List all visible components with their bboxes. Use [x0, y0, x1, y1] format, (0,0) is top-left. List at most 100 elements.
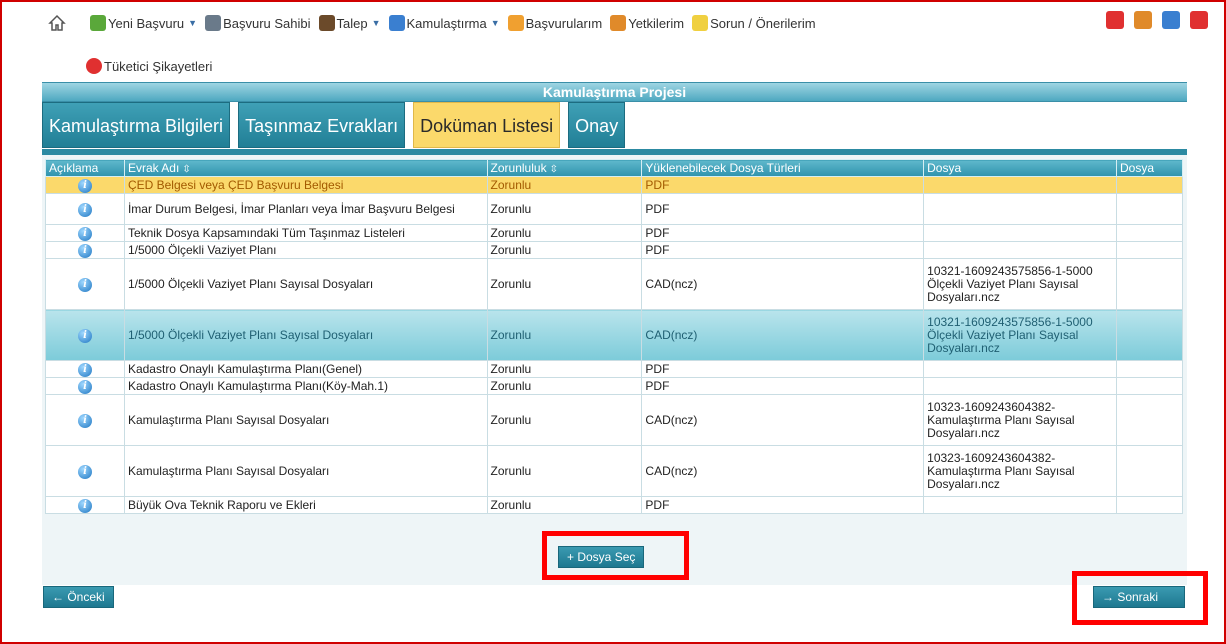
nav-item-5[interactable]: Yetkilerim	[610, 15, 684, 31]
power-off-icon[interactable]	[1190, 11, 1208, 29]
notification-icon[interactable]	[1106, 11, 1124, 29]
tab-2[interactable]: Doküman Listesi	[413, 102, 561, 148]
file-cell	[923, 360, 1117, 378]
nav-item-0[interactable]: Yeni Başvuru ▼	[90, 15, 197, 31]
table-row[interactable]: i Kadastro Onaylı Kamulaştırma Planı(Köy-…	[45, 377, 1183, 395]
home-icon[interactable]	[48, 14, 66, 32]
file-cell: 10323-1609243604382-Kamulaştırma Planı S…	[923, 445, 1117, 497]
column-header[interactable]: Evrak Adı ⇳	[123, 159, 488, 177]
help-icon[interactable]	[1162, 11, 1180, 29]
suggestion-icon	[692, 15, 709, 31]
requirement-cell: Zorunlu	[486, 309, 643, 361]
description-cell: i	[45, 176, 125, 194]
description-cell: i	[45, 224, 125, 242]
requirement-cell: Zorunlu	[486, 193, 643, 225]
document-name-cell: Kamulaştırma Planı Sayısal Dosyaları	[123, 445, 488, 497]
table-row[interactable]: i ÇED Belgesi veya ÇED Başvuru Belgesi Zor…	[45, 176, 1183, 194]
file-action-cell	[1116, 309, 1183, 361]
tab-0[interactable]: Kamulaştırma Bilgileri	[42, 102, 231, 148]
new-application-icon	[90, 15, 106, 31]
document-name-cell: 1/5000 Ölçekli Vaziyet Planı	[123, 241, 488, 259]
nav-item-2[interactable]: Talep ▼	[318, 15, 381, 31]
info-icon[interactable]: i	[77, 498, 92, 513]
table-body: i ÇED Belgesi veya ÇED Başvuru Belgesi Zor…	[45, 176, 1183, 514]
document-name-cell: İmar Durum Belgesi, İmar Planları veya İ…	[123, 193, 488, 225]
top-navigation: Yeni Başvuru ▼ Başvuru Sahibi Talep ▼ Kamulaş…	[48, 10, 1208, 74]
document-grid: Açıklama Evrak Adı ⇳ Zorunluluk ⇳ Yüklenebile…	[42, 155, 1187, 585]
nav-row-2: Tüketici Şikayetleri	[86, 55, 220, 77]
file-types-cell: PDF	[641, 241, 925, 259]
nav-item-1[interactable]: Başvuru Sahibi	[205, 15, 311, 31]
description-cell: i	[45, 258, 125, 310]
description-cell: i	[45, 309, 125, 361]
table-row[interactable]: i 1/5000 Ölçekli Vaziyet Planı Zorunlu PDF	[45, 241, 1183, 259]
choose-file-button[interactable]: + Dosya Seç	[558, 546, 645, 568]
user-profile-icon[interactable]	[1134, 11, 1152, 29]
info-icon[interactable]: i	[77, 464, 92, 479]
description-cell: i	[45, 394, 125, 446]
nav-item-label: Tüketici Şikayetleri	[104, 58, 213, 74]
table-row[interactable]: i Büyük Ova Teknik Raporu ve Ekleri Zorunl…	[45, 496, 1183, 514]
table-row[interactable]: i 1/5000 Ölçekli Vaziyet Planı Sayısal Do…	[45, 258, 1183, 310]
info-icon[interactable]: i	[77, 178, 92, 193]
info-icon[interactable]: i	[77, 202, 92, 217]
tab-3[interactable]: Onay	[568, 102, 626, 148]
info-icon[interactable]: i	[77, 243, 92, 258]
column-header-label: Dosya	[1120, 161, 1155, 175]
description-cell: i	[45, 496, 125, 514]
previous-button[interactable]: ← Önceki	[43, 586, 114, 608]
table-row[interactable]: i Kamulaştırma Planı Sayısal Dosyaları Zor…	[45, 445, 1183, 497]
table-row[interactable]: i Kamulaştırma Planı Sayısal Dosyaları Zor…	[45, 394, 1183, 446]
nav-item-6[interactable]: Sorun / Önerilerim	[692, 15, 816, 31]
file-types-cell: CAD(ncz)	[641, 394, 925, 446]
table-row[interactable]: i Kadastro Onaylı Kamulaştırma Planı(Gene…	[45, 360, 1183, 378]
info-icon[interactable]: i	[77, 226, 92, 241]
permissions-icon	[610, 15, 627, 31]
file-action-cell	[1116, 360, 1183, 378]
file-cell	[923, 496, 1117, 514]
document-name-cell: ÇED Belgesi veya ÇED Başvuru Belgesi	[123, 176, 488, 194]
nav-right-icons	[1096, 11, 1208, 29]
nav-item-complaints[interactable]: Tüketici Şikayetleri	[86, 58, 212, 74]
table-row[interactable]: i 1/5000 Ölçekli Vaziyet Planı Sayısal Do…	[45, 309, 1183, 361]
table-row[interactable]: i Teknik Dosya Kapsamındaki Tüm Taşınmaz …	[45, 224, 1183, 242]
column-header-label: Açıklama	[49, 161, 99, 175]
nav-item-3[interactable]: Kamulaştırma ▼	[388, 15, 500, 31]
file-action-cell	[1116, 193, 1183, 225]
document-name-cell: Teknik Dosya Kapsamındaki Tüm Taşınmaz L…	[123, 224, 488, 242]
page-title: Kamulaştırma Projesi	[42, 82, 1187, 102]
requirement-cell: Zorunlu	[486, 258, 643, 310]
table-header-row: Açıklama Evrak Adı ⇳ Zorunluluk ⇳ Yüklenebile…	[45, 159, 1183, 177]
column-header-label: Dosya	[927, 161, 962, 175]
file-types-cell: CAD(ncz)	[641, 309, 925, 361]
nav-item-4[interactable]: Başvurularım	[507, 15, 603, 31]
file-types-cell: PDF	[641, 360, 925, 378]
chevron-down-icon: ▼	[490, 18, 500, 28]
info-icon[interactable]: i	[77, 362, 92, 377]
requirement-cell: Zorunlu	[486, 496, 643, 514]
nav-item-label: Başvurularım	[525, 15, 603, 31]
description-cell: i	[45, 193, 125, 225]
nav-item-label: Yeni Başvuru	[108, 15, 185, 31]
sort-icon[interactable]: ⇳	[182, 164, 190, 175]
applicant-icon	[205, 15, 222, 31]
file-types-cell: PDF	[641, 193, 925, 225]
info-icon[interactable]: i	[77, 379, 92, 394]
file-cell	[923, 176, 1117, 194]
file-cell: 10323-1609243604382-Kamulaştırma Planı S…	[923, 394, 1117, 446]
tab-1[interactable]: Taşınmaz Evrakları	[238, 102, 406, 148]
my-applications-icon	[507, 15, 524, 31]
document-name-cell: Kadastro Onaylı Kamulaştırma Planı(Köy-M…	[123, 377, 488, 395]
next-button[interactable]: → Sonraki	[1093, 586, 1185, 608]
column-header[interactable]: Zorunluluk ⇳	[486, 159, 643, 177]
file-cell: 10321-1609243575856-1-5000 Ölçekli Vaziy…	[923, 309, 1117, 361]
column-header: Dosya	[923, 159, 1117, 177]
description-cell: i	[45, 241, 125, 259]
sort-icon[interactable]: ⇳	[550, 164, 558, 175]
info-icon[interactable]: i	[77, 277, 92, 292]
table-row[interactable]: i İmar Durum Belgesi, İmar Planları veya …	[45, 193, 1183, 225]
file-action-cell	[1116, 377, 1183, 395]
nav-item-label: Sorun / Önerilerim	[710, 15, 816, 31]
info-icon[interactable]: i	[77, 413, 92, 428]
info-icon[interactable]: i	[77, 328, 92, 343]
